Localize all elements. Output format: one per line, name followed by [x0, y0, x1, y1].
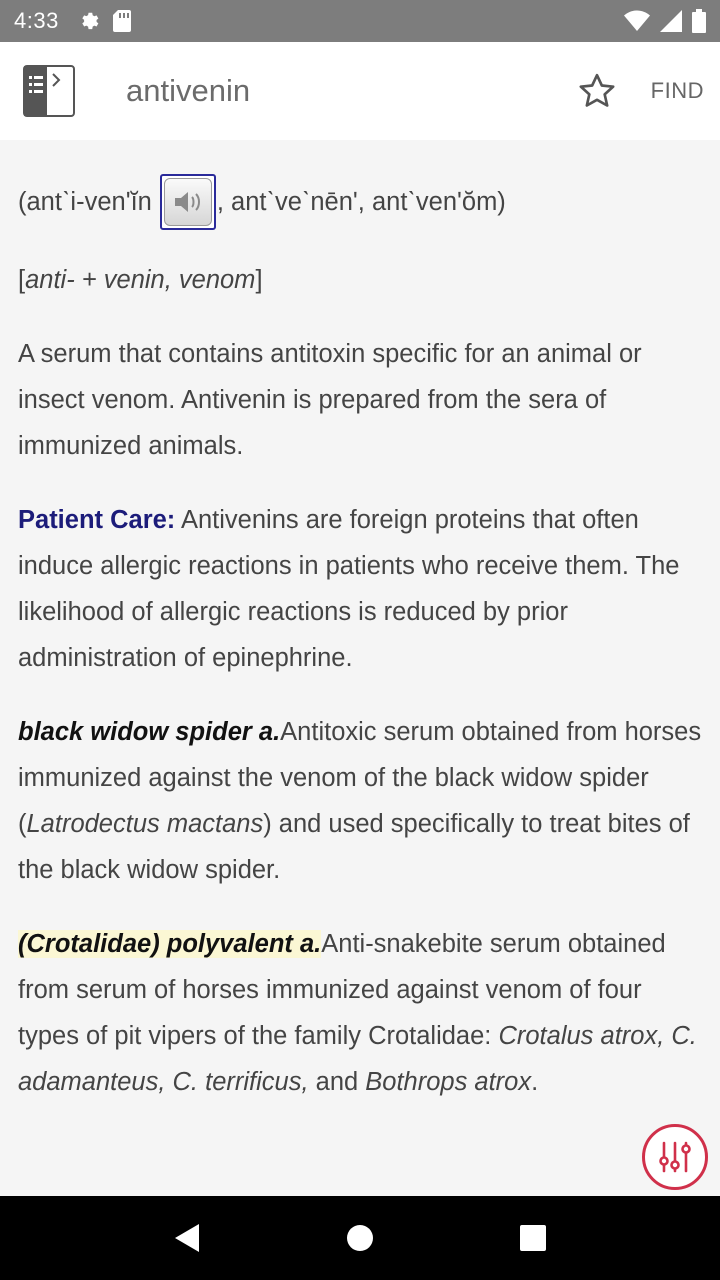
pronunciation-text: (antˋi-venʹĭn: [18, 188, 152, 216]
patient-care-section: Patient Care: Antivenins are foreign pro…: [18, 497, 708, 681]
subentry-term-highlighted[interactable]: (Crotalidae) polyvalent a.: [18, 930, 322, 958]
speaker-icon: [174, 192, 200, 212]
back-triangle-icon: [174, 1224, 199, 1252]
play-audio-button[interactable]: [159, 174, 216, 230]
status-time: 4:33: [14, 8, 59, 33]
book-sidebar-icon: [23, 65, 75, 117]
nav-recents-button[interactable]: [503, 1208, 563, 1268]
patient-care-label: Patient Care:: [18, 506, 176, 534]
sliders-icon: [659, 1141, 691, 1173]
system-nav-bar: [0, 1196, 720, 1280]
battery-icon: [692, 9, 706, 33]
subentry-black-widow: black widow spider a.Antitoxic serum obt…: [18, 718, 702, 884]
find-button[interactable]: FIND: [651, 78, 704, 104]
gear-icon: [82, 12, 99, 30]
nav-back-button[interactable]: [157, 1208, 217, 1268]
sidebar-toggle-button[interactable]: [23, 65, 75, 117]
definition: A serum that contains antitoxin specific…: [18, 340, 642, 460]
star-outline-icon: [579, 73, 615, 107]
wifi-icon: [624, 10, 650, 31]
sd-card-icon: [112, 10, 131, 32]
recents-square-icon: [520, 1225, 547, 1251]
etymology: [anti- + venin, venom]: [18, 266, 263, 294]
signal-icon: [660, 10, 682, 32]
app-bar: antivenin FIND: [0, 42, 720, 140]
pronunciation-variants: , antˋveˋnēnʹ, antˋvenʹŏm): [216, 188, 506, 216]
page-title: antivenin: [126, 73, 251, 108]
status-bar: 4:33: [0, 0, 720, 42]
entry-content: (antˋi-venʹĭn , antˋveˋnēnʹ, antˋvenʹŏm)…: [0, 140, 720, 1196]
home-circle-icon: [346, 1225, 373, 1251]
favorite-button[interactable]: [575, 69, 619, 113]
display-settings-button[interactable]: [642, 1124, 708, 1190]
nav-home-button[interactable]: [330, 1208, 390, 1268]
subentry-crotalidae: (Crotalidae) polyvalent a.Anti-snakebite…: [18, 930, 697, 1096]
pronunciation-line: (antˋi-venʹĭn , antˋveˋnēnʹ, antˋvenʹŏm): [18, 174, 506, 230]
subentry-term[interactable]: black widow spider a.: [18, 718, 280, 746]
